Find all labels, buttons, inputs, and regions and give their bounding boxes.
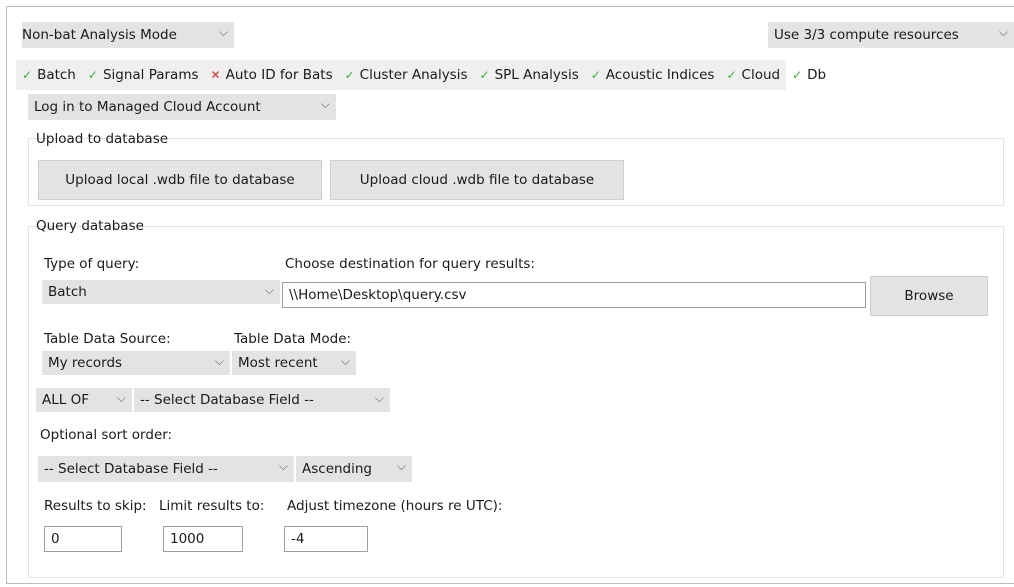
- cloud-login-select[interactable]: Log in to Managed Cloud Account ⌵: [28, 94, 336, 120]
- tab-label: Acoustic Indices: [605, 67, 715, 83]
- tab-cluster-analysis[interactable]: ✓ Cluster Analysis: [338, 60, 474, 90]
- check-icon: ✓: [590, 68, 601, 82]
- tab-strip: ✓ Batch ✓ Signal Params ✕ Auto ID for Bats ✓ Cl…: [16, 60, 833, 90]
- check-icon: ✓: [22, 68, 33, 82]
- data-source-value: My records: [48, 355, 123, 371]
- tab-db[interactable]: ✓ Db: [786, 60, 833, 90]
- timezone-field[interactable]: -4: [284, 526, 368, 552]
- sort-order-label: Optional sort order:: [40, 427, 173, 443]
- sort-direction-select[interactable]: Ascending ⌵: [296, 456, 412, 482]
- chevron-down-icon: ⌵: [374, 391, 384, 405]
- limit-field[interactable]: 1000: [163, 526, 243, 552]
- chevron-down-icon: ⌵: [340, 354, 350, 368]
- sort-field-select[interactable]: -- Select Database Field -- ⌵: [38, 456, 294, 482]
- data-mode-value: Most recent: [238, 355, 318, 371]
- tab-label: Db: [807, 67, 827, 83]
- check-icon: ✓: [792, 68, 803, 82]
- x-icon: ✕: [210, 68, 221, 82]
- skip-label: Results to skip:: [44, 498, 147, 514]
- upload-group-title: Upload to database: [36, 131, 169, 147]
- filter-field-select[interactable]: -- Select Database Field -- ⌵: [134, 388, 390, 412]
- tab-signal-params[interactable]: ✓ Signal Params: [81, 60, 205, 90]
- check-icon: ✓: [87, 68, 98, 82]
- analysis-mode-select[interactable]: Non-bat Analysis Mode ⌵: [22, 22, 234, 48]
- tab-label: SPL Analysis: [494, 67, 579, 83]
- chevron-down-icon: ⌵: [264, 283, 274, 297]
- chevron-down-icon: ⌵: [320, 97, 330, 111]
- analysis-mode-value: Non-bat Analysis Mode: [22, 27, 177, 43]
- tab-auto-id-for-bats[interactable]: ✕ Auto ID for Bats: [204, 60, 339, 90]
- cloud-login-value: Log in to Managed Cloud Account: [34, 99, 261, 115]
- destination-label: Choose destination for query results:: [285, 256, 535, 272]
- browse-button[interactable]: Browse: [870, 276, 988, 316]
- chevron-down-icon: ⌵: [396, 459, 406, 473]
- data-source-label: Table Data Source:: [44, 331, 171, 347]
- check-icon: ✓: [344, 68, 355, 82]
- tab-label: Signal Params: [102, 67, 199, 83]
- query-group-title: Query database: [36, 218, 144, 234]
- upload-cloud-button[interactable]: Upload cloud .wdb file to database: [330, 160, 624, 200]
- query-type-label: Type of query:: [44, 256, 140, 272]
- destination-field[interactable]: \\Home\Desktop\query.csv: [282, 282, 866, 308]
- filter-field-value: -- Select Database Field --: [140, 392, 314, 408]
- upload-local-button[interactable]: Upload local .wdb file to database: [38, 160, 322, 200]
- tab-label: Auto ID for Bats: [225, 67, 333, 83]
- sort-field-value: -- Select Database Field --: [44, 461, 218, 477]
- compute-resources-value: Use 3/3 compute resources: [774, 27, 959, 43]
- skip-field[interactable]: 0: [44, 526, 122, 552]
- tab-batch[interactable]: ✓ Batch: [16, 60, 82, 90]
- limit-label: Limit results to:: [159, 498, 265, 514]
- compute-resources-select[interactable]: Use 3/3 compute resources ⌵: [768, 22, 1014, 48]
- filter-logic-select[interactable]: ALL OF ⌵: [36, 388, 132, 412]
- query-type-select[interactable]: Batch ⌵: [42, 280, 280, 304]
- chevron-down-icon: ⌵: [218, 25, 228, 39]
- data-source-select[interactable]: My records ⌵: [42, 351, 230, 375]
- chevron-down-icon: ⌵: [214, 354, 224, 368]
- tab-cloud[interactable]: ✓ Cloud: [720, 60, 787, 90]
- tab-label: Batch: [37, 67, 76, 83]
- timezone-label: Adjust timezone (hours re UTC):: [287, 498, 503, 514]
- sort-direction-value: Ascending: [302, 461, 372, 477]
- check-icon: ✓: [726, 68, 737, 82]
- data-mode-label: Table Data Mode:: [234, 331, 352, 347]
- chevron-down-icon: ⌵: [116, 391, 126, 405]
- tab-label: Cloud: [741, 67, 781, 83]
- data-mode-select[interactable]: Most recent ⌵: [232, 351, 356, 375]
- query-type-value: Batch: [48, 284, 87, 300]
- filter-logic-value: ALL OF: [42, 392, 89, 408]
- chevron-down-icon: ⌵: [998, 25, 1008, 39]
- tab-spl-analysis[interactable]: ✓ SPL Analysis: [473, 60, 585, 90]
- tab-acoustic-indices[interactable]: ✓ Acoustic Indices: [584, 60, 721, 90]
- tab-label: Cluster Analysis: [359, 67, 468, 83]
- chevron-down-icon: ⌵: [278, 459, 288, 473]
- check-icon: ✓: [479, 68, 490, 82]
